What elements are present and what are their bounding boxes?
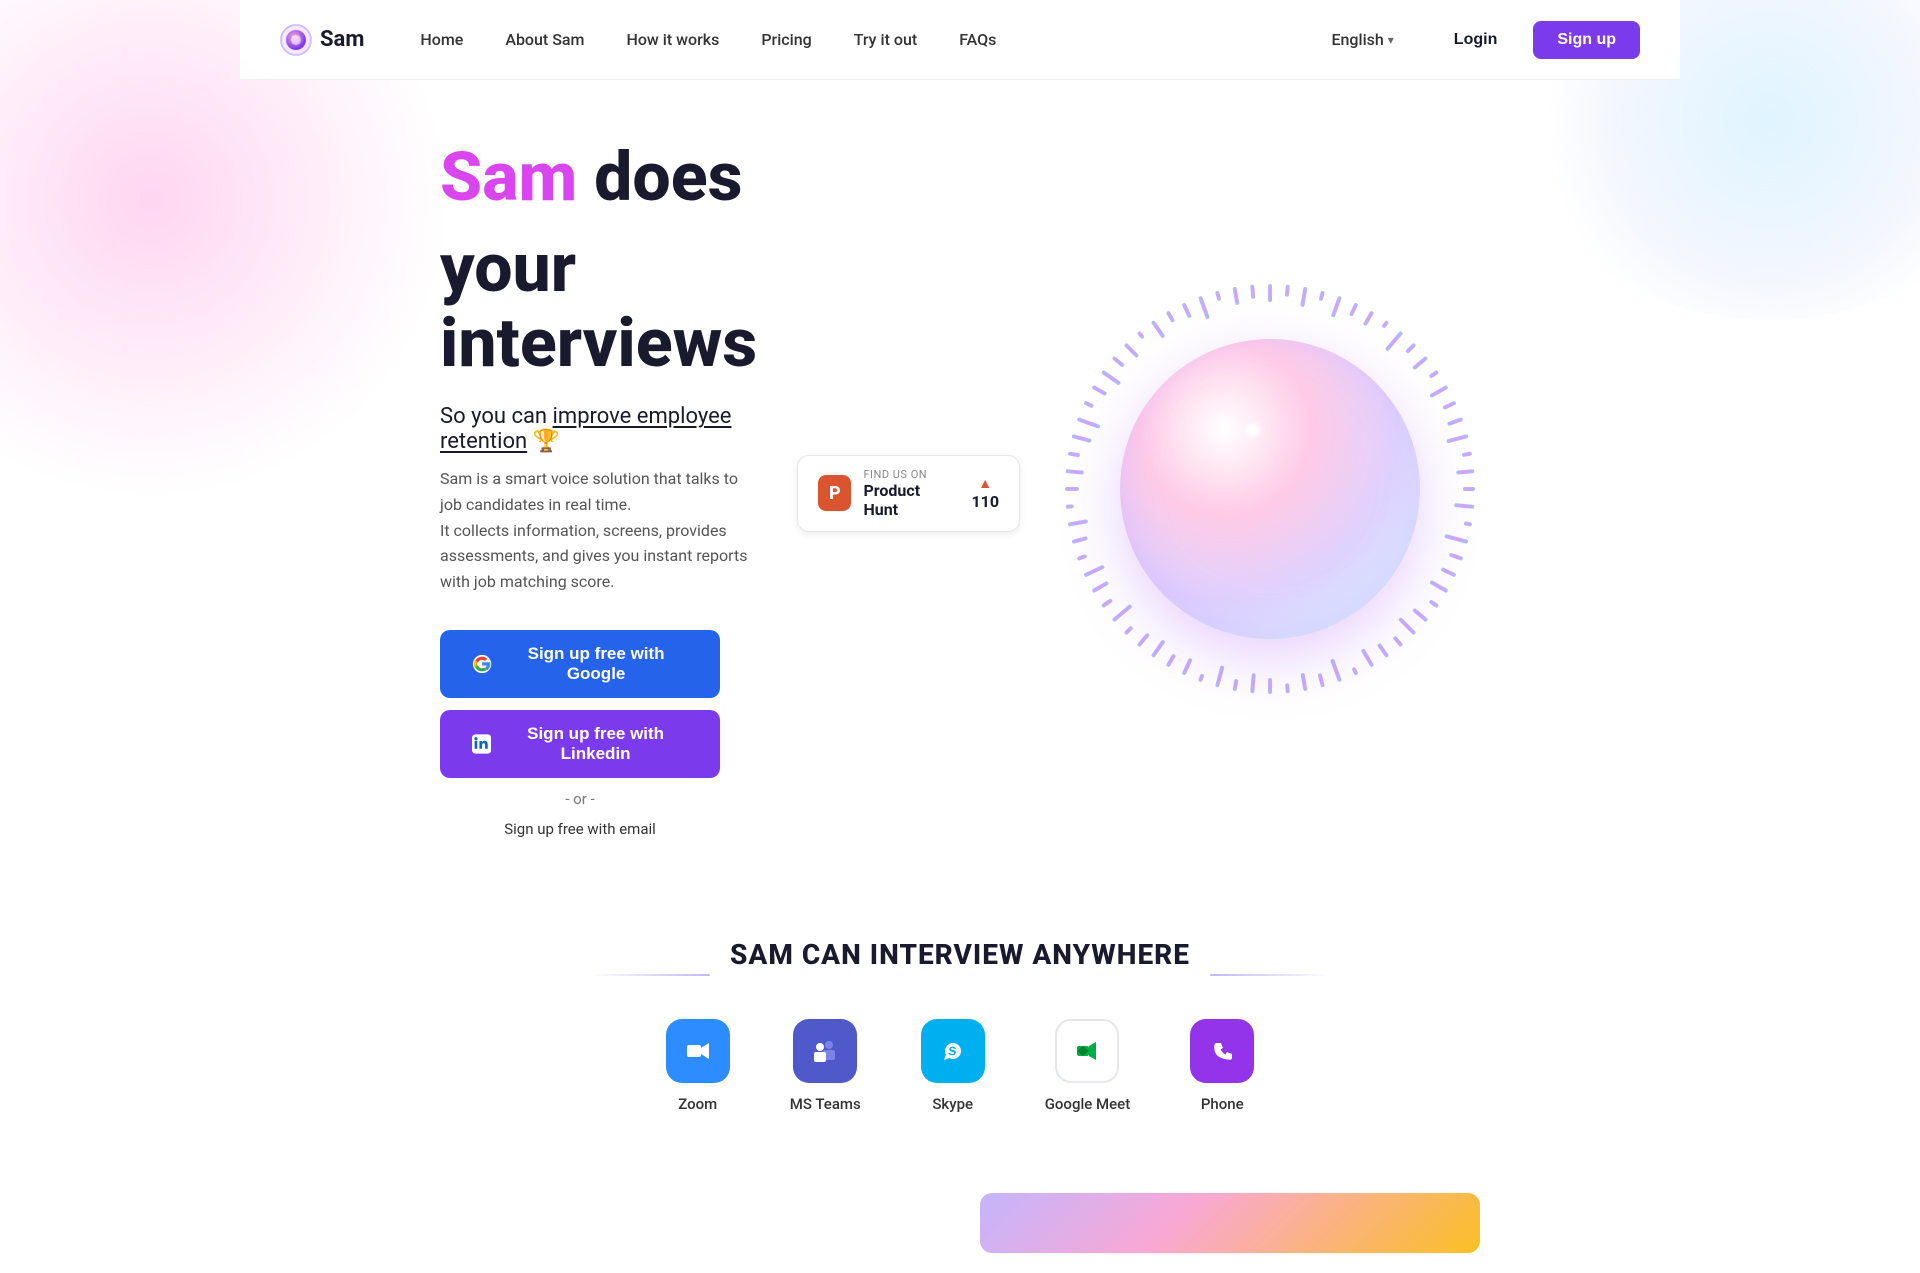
google-icon [472, 653, 492, 675]
gmeet-logo [1069, 1033, 1105, 1069]
chevron-down-icon: ▾ [1388, 33, 1394, 47]
signup-linkedin-button[interactable]: Sign up free with Linkedin [440, 710, 720, 778]
orb-sphere [1120, 339, 1420, 639]
hero-content: Sam does your interviews So you can impr… [440, 140, 757, 838]
navbar: Sam Home About Sam How it works Pricing … [240, 0, 1680, 80]
zoom-icon [666, 1019, 730, 1083]
gmeet-label: Google Meet [1045, 1095, 1131, 1113]
ph-cta-area: P FIND US ON Product Hunt ▲ 110 [797, 447, 1020, 532]
bottom-decorative-area [240, 1173, 1680, 1273]
linkedin-icon [472, 733, 491, 755]
nav-try-it-out[interactable]: Try it out [838, 22, 934, 57]
auth-buttons: Login Sign up [1430, 21, 1640, 59]
hero-desc-line1: Sam is a smart voice solution that talks… [440, 469, 738, 514]
zoom-logo [680, 1033, 716, 1069]
logo-icon [280, 24, 312, 56]
ph-find-us-text: FIND US ON [863, 468, 927, 481]
hero-visual [1060, 279, 1480, 699]
orb-highlight [1246, 423, 1260, 437]
teams-label: MS Teams [790, 1095, 861, 1113]
hero-tagline-prefix: So you can [440, 404, 553, 429]
product-hunt-text: FIND US ON Product Hunt [863, 468, 951, 519]
or-divider: - or - [440, 790, 720, 808]
skype-logo [935, 1033, 971, 1069]
platform-skype: Skype [921, 1019, 985, 1113]
anywhere-section: SAM CAN INTERVIEW ANYWHERE Zoom [240, 898, 1680, 1173]
hero-title-line2: your interviews [440, 231, 757, 381]
signup-email-link[interactable]: Sign up free with email [440, 820, 720, 838]
phone-label: Phone [1201, 1095, 1244, 1113]
nav-links: Home About Sam How it works Pricing Try … [404, 22, 1315, 57]
skype-label: Skype [932, 1095, 973, 1113]
signup-google-button[interactable]: Sign up free with Google [440, 630, 720, 698]
bottom-gradient-card [980, 1193, 1480, 1253]
hero-section: Sam does your interviews So you can impr… [240, 80, 1680, 898]
language-label: English [1331, 30, 1383, 49]
ph-votes-container: ▲ 110 [971, 475, 999, 511]
hero-title-sam: Sam [440, 137, 577, 217]
platform-teams: MS Teams [790, 1019, 861, 1113]
nav-about[interactable]: About Sam [489, 22, 600, 57]
login-button[interactable]: Login [1430, 21, 1522, 59]
ph-find-us-label: FIND US ON [863, 468, 951, 481]
language-selector[interactable]: English ▾ [1315, 22, 1409, 57]
nav-faqs[interactable]: FAQs [943, 22, 1012, 57]
hero-desc-line2: It collects information, screens, provid… [440, 521, 747, 591]
hero-cta-group: Sign up free with Google Sign up free wi… [440, 630, 757, 838]
signup-button[interactable]: Sign up [1533, 21, 1640, 59]
phone-icon [1190, 1019, 1254, 1083]
teams-icon [793, 1019, 857, 1083]
phone-logo [1204, 1033, 1240, 1069]
platform-phone: Phone [1190, 1019, 1254, 1113]
orb-container [1060, 279, 1480, 699]
platform-gmeet: Google Meet [1045, 1019, 1131, 1113]
logo-link[interactable]: Sam [280, 24, 364, 56]
logo-text: Sam [320, 27, 364, 52]
hero-title-does: does [577, 137, 742, 217]
hero-description: Sam is a smart voice solution that talks… [440, 466, 757, 594]
gmeet-icon [1055, 1019, 1119, 1083]
signup-linkedin-label: Sign up free with Linkedin [503, 724, 688, 764]
hero-title: Sam does [440, 140, 757, 215]
teams-logo [807, 1033, 843, 1069]
divider-left [590, 974, 710, 976]
section-divider: SAM CAN INTERVIEW ANYWHERE [440, 938, 1480, 1011]
divider-right [1210, 974, 1330, 976]
trophy-icon: 🏆 [533, 429, 560, 454]
zoom-label: Zoom [678, 1095, 717, 1113]
ph-upvote-icon: ▲ [978, 475, 992, 492]
ph-vote-count: 110 [971, 492, 999, 511]
nav-how-it-works[interactable]: How it works [610, 22, 735, 57]
skype-icon [921, 1019, 985, 1083]
product-hunt-badge[interactable]: P FIND US ON Product Hunt ▲ 110 [797, 455, 1020, 532]
product-hunt-icon: P [818, 475, 851, 511]
nav-home[interactable]: Home [404, 22, 479, 57]
ph-name-label: Product Hunt [863, 481, 951, 519]
platform-icons-group: Zoom MS Teams S [440, 1019, 1480, 1113]
anywhere-title: SAM CAN INTERVIEW ANYWHERE [730, 938, 1190, 971]
signup-google-label: Sign up free with Google [504, 644, 688, 684]
hero-tagline: So you can improve employee retention 🏆 [440, 404, 757, 454]
nav-pricing[interactable]: Pricing [745, 22, 827, 57]
platform-zoom: Zoom [666, 1019, 730, 1113]
